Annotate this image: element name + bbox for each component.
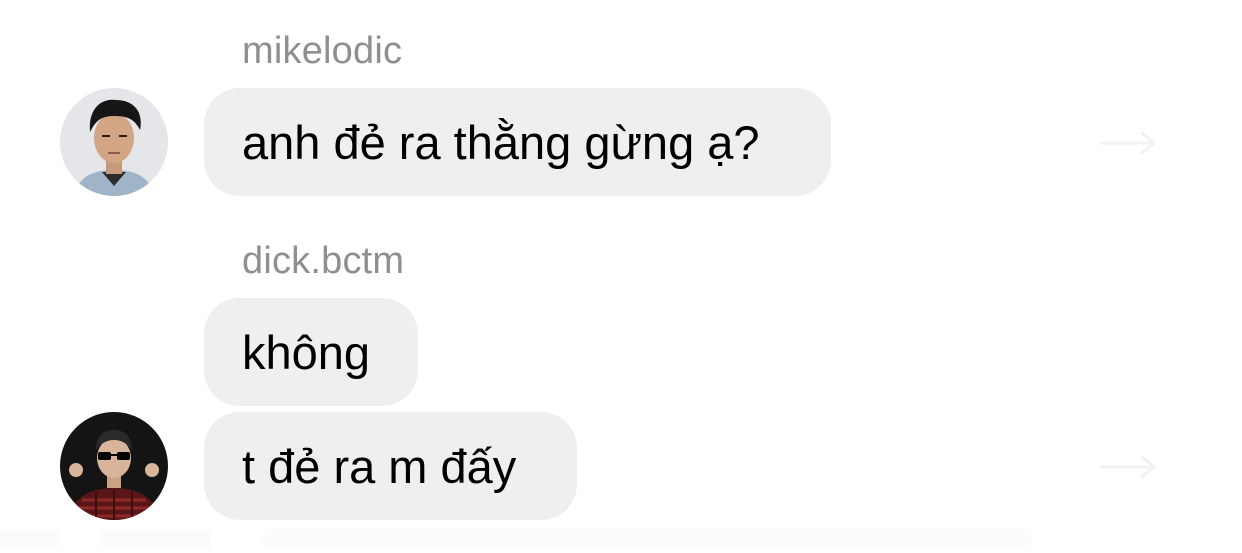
forward-arrow-icon[interactable] xyxy=(1098,128,1162,158)
cropped-row-shapes xyxy=(0,528,1032,548)
sender-username[interactable]: mikelodic xyxy=(242,32,402,70)
message-bubble[interactable]: t đẻ ra m đấy xyxy=(204,412,577,520)
sender-username[interactable]: dick.bctm xyxy=(242,242,404,280)
message-bubble[interactable]: không xyxy=(204,298,418,406)
forward-arrow-glyph xyxy=(1100,455,1156,479)
user-avatar-icon[interactable] xyxy=(60,412,168,520)
avatar-image xyxy=(60,88,168,196)
avatar-image xyxy=(60,412,168,520)
user-avatar-icon[interactable] xyxy=(60,88,168,196)
message-thread: { "thread": { "messages": [ { "sender": … xyxy=(0,0,1242,548)
cropped-next-row xyxy=(0,528,1242,548)
forward-arrow-icon[interactable] xyxy=(1098,452,1162,482)
message-text: không xyxy=(242,325,371,379)
forward-arrow-glyph xyxy=(1100,131,1156,155)
message-text: t đẻ ra m đấy xyxy=(242,439,517,493)
message-text: anh đẻ ra thằng gừng ạ? xyxy=(242,115,760,169)
message-bubble[interactable]: anh đẻ ra thằng gừng ạ? xyxy=(204,88,831,196)
